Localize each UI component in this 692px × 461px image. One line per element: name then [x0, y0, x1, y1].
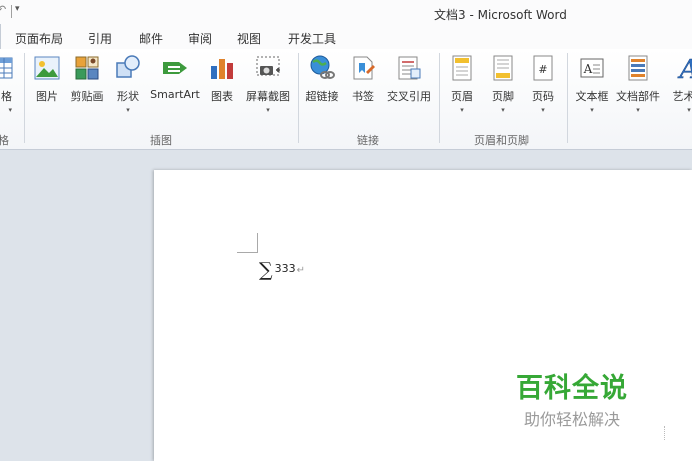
textbox-button[interactable]: A 文本框 ▾: [573, 54, 611, 114]
group-separator: [567, 53, 568, 143]
smartart-button[interactable]: SmartArt: [149, 54, 201, 101]
table-icon: [0, 54, 14, 82]
quick-parts-label: 文档部件: [616, 90, 660, 103]
group-separator: [298, 53, 299, 143]
clipart-label: 剪贴画: [70, 90, 104, 103]
hyperlink-icon: [308, 54, 336, 82]
qat-separator: [11, 5, 12, 18]
title-bar: ↶ ▾ 文档3 - Microsoft Word: [0, 0, 692, 26]
footer-label: 页脚: [492, 90, 514, 103]
tab-edge: [0, 24, 1, 49]
footer-icon: [489, 54, 517, 82]
tab-mailings[interactable]: 邮件: [139, 30, 163, 47]
shapes-dropdown-arrow: ▾: [126, 106, 130, 114]
equation-value: 333: [274, 262, 296, 275]
header-footer-group-label: 页眉和页脚: [474, 134, 529, 147]
header-button[interactable]: 页眉 ▾: [447, 54, 477, 114]
table-dropdown-arrow: ▾: [8, 106, 12, 114]
screenshot-label: 屏幕截图: [246, 90, 290, 103]
wordart-label: 艺术字: [672, 90, 692, 103]
svg-text:A: A: [678, 55, 692, 82]
cross-reference-icon: [395, 54, 423, 82]
group-separator: [439, 53, 440, 143]
screenshot-icon: [254, 54, 282, 82]
page-number-icon: #: [529, 54, 557, 82]
bookmark-button[interactable]: 书签: [349, 54, 377, 104]
hyperlink-button[interactable]: 超链接: [303, 54, 341, 104]
ribbon-tab-bar: 页面布局 引用 邮件 审阅 视图 开发工具: [0, 26, 692, 50]
margin-guide: [664, 426, 666, 440]
bookmark-label: 书签: [352, 90, 374, 103]
cross-reference-label: 交叉引用: [387, 90, 431, 103]
quick-parts-icon: [624, 54, 652, 82]
shapes-icon: [114, 54, 142, 82]
clipart-icon: [73, 54, 101, 82]
customize-quick-access-dropdown[interactable]: ▾: [15, 4, 20, 14]
group-separator: [24, 53, 25, 143]
tab-references[interactable]: 引用: [88, 30, 112, 47]
textbox-dropdown-arrow: ▾: [590, 106, 594, 114]
tab-view[interactable]: 视图: [237, 30, 261, 47]
summation-symbol: ∑: [259, 259, 273, 281]
window-title: 文档3 - Microsoft Word: [434, 8, 567, 22]
bookmark-icon: [349, 54, 377, 82]
tables-group-label: 格: [0, 134, 9, 147]
table-button[interactable]: 格 ▾: [0, 54, 14, 114]
header-icon: [448, 54, 476, 82]
margin-crop-mark-horizontal: [237, 252, 258, 253]
tab-review[interactable]: 审阅: [188, 30, 212, 47]
page-number-label: 页码: [532, 90, 554, 103]
shapes-button[interactable]: 形状 ▾: [114, 54, 142, 114]
chart-button[interactable]: 图表: [207, 54, 237, 104]
smartart-label: SmartArt: [150, 88, 200, 101]
paragraph-mark: ↵: [296, 265, 305, 276]
smartart-icon: [161, 54, 189, 82]
footer-button[interactable]: 页脚 ▾: [488, 54, 518, 114]
header-dropdown-arrow: ▾: [460, 106, 464, 114]
svg-text:A: A: [583, 62, 593, 76]
watermark-subtitle: 助你轻松解决: [524, 410, 621, 429]
textbox-icon: A: [578, 54, 606, 82]
header-label: 页眉: [451, 90, 473, 103]
textbox-label: 文本框: [575, 90, 609, 103]
ribbon-insert-panel: 格 ▾ 图片 剪贴画 形状 ▾ SmartArt 图表 屏幕截图 ▾ 插图 超链…: [0, 49, 692, 150]
picture-button[interactable]: 图片: [32, 54, 62, 104]
wordart-icon: A: [675, 54, 692, 86]
quick-parts-button[interactable]: 文档部件 ▾: [614, 54, 662, 114]
hyperlink-label: 超链接: [305, 90, 339, 103]
screenshot-dropdown-arrow: ▾: [266, 106, 270, 114]
cross-reference-button[interactable]: 交叉引用: [385, 54, 433, 104]
undo-icon[interactable]: ↶: [0, 3, 6, 16]
tab-page-layout[interactable]: 页面布局: [15, 30, 63, 47]
svg-text:#: #: [538, 63, 547, 76]
shapes-label: 形状: [117, 90, 139, 103]
page-number-dropdown-arrow: ▾: [541, 106, 545, 114]
screenshot-button[interactable]: 屏幕截图 ▾: [244, 54, 292, 114]
margin-crop-mark-vertical: [257, 233, 258, 252]
footer-dropdown-arrow: ▾: [501, 106, 505, 114]
equation[interactable]: ∑ 333↵: [259, 259, 305, 281]
tab-developer[interactable]: 开发工具: [288, 30, 336, 47]
wordart-button[interactable]: A 艺术字 ▾: [665, 54, 692, 114]
quick-parts-dropdown-arrow: ▾: [636, 106, 640, 114]
clipart-button[interactable]: 剪贴画: [69, 54, 105, 104]
page-number-button[interactable]: # 页码 ▾: [528, 54, 558, 114]
illustrations-group-label: 插图: [150, 134, 172, 147]
links-group-label: 链接: [357, 134, 379, 147]
picture-label: 图片: [36, 90, 58, 103]
picture-icon: [33, 54, 61, 82]
wordart-dropdown-arrow: ▾: [687, 106, 691, 114]
table-label: 格: [1, 90, 12, 103]
watermark-title: 百科全说: [516, 373, 628, 404]
chart-icon: [208, 54, 236, 82]
chart-label: 图表: [211, 90, 233, 103]
